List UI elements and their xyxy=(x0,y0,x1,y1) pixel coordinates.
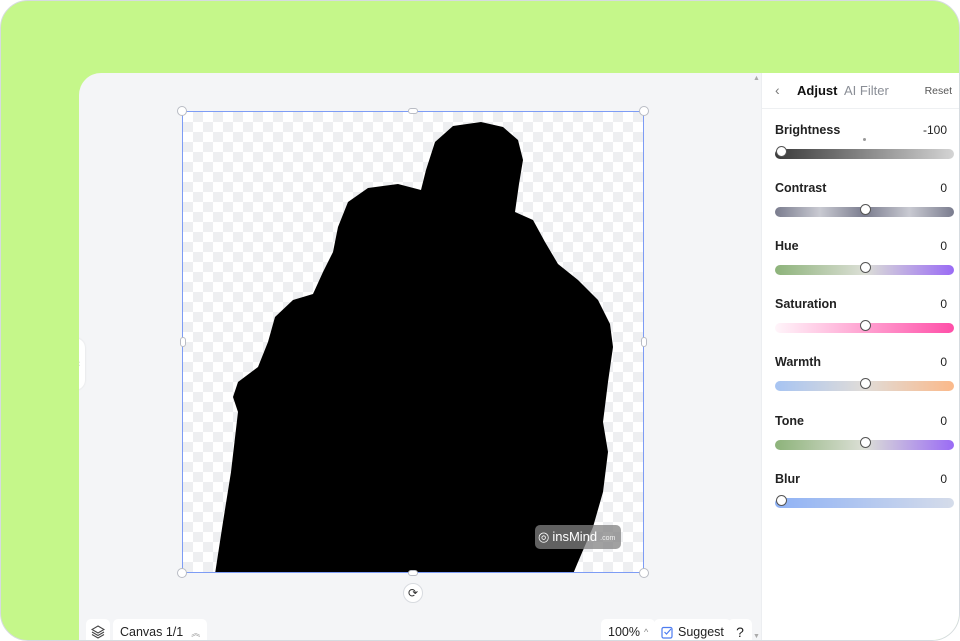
slider-hue: Hue 0 xyxy=(775,239,954,279)
blur-track[interactable] xyxy=(775,498,954,508)
resize-handle-top-right[interactable] xyxy=(639,106,649,116)
canvas-label: Canvas 1/1 xyxy=(120,625,184,639)
contrast-thumb[interactable] xyxy=(859,204,871,215)
contrast-value: 0 xyxy=(940,181,947,195)
saturation-thumb[interactable] xyxy=(859,320,871,331)
zoom-selector[interactable]: 100% ^ xyxy=(601,619,656,640)
suggest-label: Suggest xyxy=(678,625,724,639)
chevron-left-icon[interactable]: ‹ xyxy=(775,82,780,98)
chevron-left-icon: ‹ xyxy=(79,358,80,368)
brightness-value: -100 xyxy=(922,123,947,137)
brightness-label: Brightness xyxy=(775,123,841,137)
scroll-up-arrow[interactable]: ▲ xyxy=(753,75,760,82)
editor-app: ‹ ◎ insMind.com ⟳ xyxy=(79,73,959,640)
chevron-up-icon: ^ xyxy=(643,627,649,637)
scroll-down-arrow[interactable]: ▼ xyxy=(753,633,760,640)
watermark-brand: insMind xyxy=(552,529,598,544)
layers-button[interactable] xyxy=(86,619,110,640)
help-icon: ? xyxy=(736,624,744,640)
warmth-thumb[interactable] xyxy=(859,378,871,389)
resize-handle-left[interactable] xyxy=(180,337,186,347)
canvas-area: ‹ ◎ insMind.com ⟳ xyxy=(79,73,761,640)
warmth-value: 0 xyxy=(940,355,947,369)
hue-thumb[interactable] xyxy=(859,262,871,273)
collapse-sidebar-handle[interactable]: ‹ xyxy=(79,338,85,390)
tone-value: 0 xyxy=(940,414,947,428)
resize-handle-bottom[interactable] xyxy=(408,570,418,576)
tab-adjust[interactable]: Adjust xyxy=(797,83,837,98)
slider-saturation: Saturation 0 xyxy=(775,297,954,337)
resize-handle-bottom-left[interactable] xyxy=(177,568,187,578)
slider-contrast: Contrast 0 xyxy=(775,181,954,221)
reset-button[interactable]: Reset xyxy=(925,85,952,97)
insmind-logo-icon: ◎ xyxy=(538,529,550,544)
suggest-icon xyxy=(661,626,673,639)
slider-brightness: Brightness -100 xyxy=(775,123,954,163)
hue-label: Hue xyxy=(775,239,799,253)
blur-label: Blur xyxy=(775,472,800,486)
tone-label: Tone xyxy=(775,414,804,428)
layers-icon xyxy=(91,625,105,639)
resize-handle-top-left[interactable] xyxy=(177,106,187,116)
window-frame: ‹ ◎ insMind.com ⟳ xyxy=(0,0,960,641)
suggest-button[interactable]: Suggest xyxy=(654,619,731,640)
saturation-value: 0 xyxy=(940,297,947,311)
blur-thumb[interactable] xyxy=(776,495,787,506)
rotate-icon: ⟳ xyxy=(407,586,419,600)
canvas-selector[interactable]: Canvas 1/1 ︽ xyxy=(113,619,208,640)
help-button[interactable]: ? xyxy=(728,619,752,640)
tone-thumb[interactable] xyxy=(859,437,871,448)
slider-blur: Blur 0 xyxy=(775,472,954,512)
center-tick xyxy=(863,138,866,141)
slider-tone: Tone 0 xyxy=(775,414,954,454)
brightness-thumb[interactable] xyxy=(776,146,787,157)
contrast-label: Contrast xyxy=(775,181,827,195)
resize-handle-top[interactable] xyxy=(408,108,418,114)
brightness-track[interactable] xyxy=(775,149,954,159)
warmth-label: Warmth xyxy=(775,355,822,369)
tab-ai-filter[interactable]: AI Filter xyxy=(844,83,889,98)
slider-warmth: Warmth 0 xyxy=(775,355,954,395)
resize-handle-bottom-right[interactable] xyxy=(639,568,649,578)
chevron-up-double-icon: ︽ xyxy=(191,627,201,638)
resize-handle-right[interactable] xyxy=(641,337,647,347)
saturation-label: Saturation xyxy=(775,297,837,311)
panel-header: ‹ Adjust AI Filter Reset xyxy=(762,73,959,109)
zoom-label: 100% xyxy=(608,625,640,639)
adjust-panel: ‹ Adjust AI Filter Reset Brightness -100 C… xyxy=(761,73,959,640)
silhouette-image xyxy=(215,122,613,572)
hue-value: 0 xyxy=(940,239,947,253)
watermark-suffix: .com xyxy=(600,535,616,542)
watermark: ◎ insMind .com xyxy=(535,525,621,549)
rotate-button[interactable]: ⟳ xyxy=(403,583,423,603)
blur-value: 0 xyxy=(940,472,947,486)
artboard-image[interactable]: ◎ insMind .com xyxy=(182,111,644,573)
